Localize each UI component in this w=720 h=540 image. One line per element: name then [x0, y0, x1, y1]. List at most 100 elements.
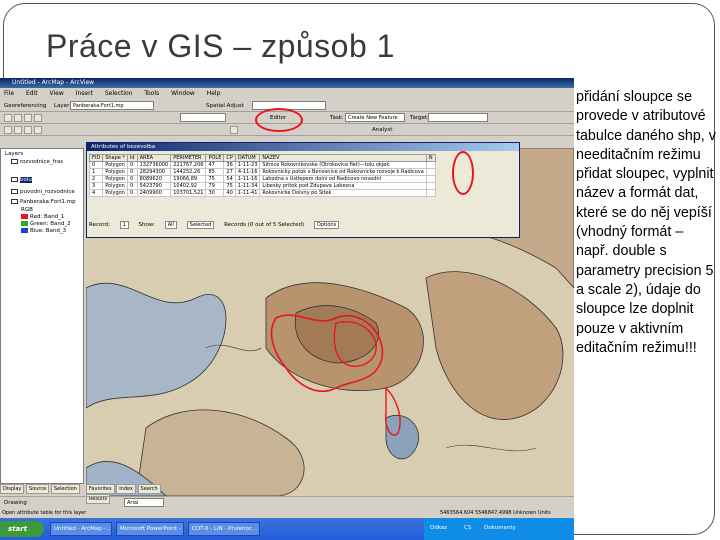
save-icon[interactable]: [24, 114, 32, 122]
column-header[interactable]: PERIMETER: [170, 154, 207, 162]
table-cell[interactable]: 36: [223, 161, 236, 169]
table-cell[interactable]: 4-11-16: [234, 168, 261, 176]
pan-icon[interactable]: [24, 126, 32, 134]
table-cell[interactable]: [425, 161, 436, 169]
attribute-table-title[interactable]: Attributes of bezevolba: [87, 143, 519, 151]
tab-favorites[interactable]: Favorites: [86, 484, 115, 494]
table-cell[interactable]: 5423790: [136, 182, 172, 190]
toc-layer-rozvodnice[interactable]: rozvodnice_fras: [11, 159, 63, 166]
table-cell[interactable]: 85: [205, 168, 225, 176]
table-cell[interactable]: 0: [126, 161, 138, 169]
menu-view[interactable]: View: [50, 90, 64, 97]
column-header[interactable]: AREA: [136, 154, 172, 162]
table-cell[interactable]: 103701,521: [170, 189, 207, 197]
table-cell[interactable]: 19066,89: [170, 175, 207, 183]
menu-file[interactable]: File: [4, 90, 14, 97]
target-select[interactable]: [428, 113, 488, 122]
tray-lang[interactable]: CS: [464, 525, 471, 531]
georef-label[interactable]: Georeferencing: [4, 101, 46, 111]
table-row[interactable]: 4 Polygon 0 2409900 103701,521 30 40 1-11-41 Rok…: [88, 189, 436, 197]
table-row[interactable]: 0 Polygon 0 132736000 221767,206 47 36 1-11-23 S…: [88, 161, 436, 169]
table-cell[interactable]: 0: [126, 182, 138, 190]
table-cell[interactable]: 1: [88, 168, 104, 176]
table-cell[interactable]: Labodna s Ustlepem dolni od Radicovo nov…: [259, 175, 427, 183]
open-attribute-table-icon[interactable]: [230, 126, 238, 134]
column-header[interactable]: Shape *: [102, 154, 128, 162]
checkbox-icon[interactable]: [11, 199, 18, 204]
table-cell[interactable]: 8089620: [136, 175, 172, 183]
table-cell[interactable]: 2: [88, 175, 104, 183]
table-cell[interactable]: 221767,206: [170, 161, 207, 169]
column-header[interactable]: CP: [223, 154, 236, 162]
column-header[interactable]: FID: [88, 154, 104, 162]
drawing-menu[interactable]: Drawing: [4, 498, 27, 508]
table-cell[interactable]: 0: [88, 161, 104, 169]
table-row[interactable]: 1 Polygon 0 28294300 144252,26 85 27 4-11-16 Rok…: [88, 168, 436, 176]
task-select[interactable]: Create New Feature: [345, 113, 405, 122]
table-row[interactable]: 2 Polygon 0 8089620 19066,89 75 54 1-11-16 Labod…: [88, 175, 436, 183]
tray-link-label[interactable]: Odkaz: [430, 525, 447, 531]
checkbox-icon[interactable]: [11, 177, 18, 182]
table-cell[interactable]: Polygon: [102, 189, 128, 197]
table-cell[interactable]: 30: [205, 189, 225, 197]
table-cell[interactable]: 1-11-23: [234, 161, 261, 169]
scale-select[interactable]: [180, 113, 226, 122]
checkbox-icon[interactable]: [11, 189, 18, 194]
tab-selection[interactable]: Selection: [50, 484, 80, 494]
toc-layer-raster[interactable]: Panberaka:Fort1.mp: [11, 199, 76, 206]
menu-edit[interactable]: Edit: [26, 90, 38, 97]
table-cell[interactable]: Polygon: [102, 182, 128, 190]
table-cell[interactable]: Libesky pritok pod Zdupava Labesna: [259, 182, 427, 190]
table-cell[interactable]: Rokovnicke Dolvny po Sitek: [259, 189, 427, 197]
tray-documents[interactable]: Dokumenty: [484, 525, 516, 531]
table-cell[interactable]: 3: [88, 182, 104, 190]
menu-insert[interactable]: Insert: [76, 90, 93, 97]
menu-tools[interactable]: Tools: [144, 90, 159, 97]
table-cell[interactable]: 144252,26: [170, 168, 207, 176]
toc-layer-bolu[interactable]: bolu: [11, 177, 32, 184]
table-cell[interactable]: 1-11-41: [234, 189, 261, 197]
table-cell[interactable]: [425, 168, 436, 176]
analyst-menu[interactable]: Analyst: [372, 125, 392, 135]
table-cell[interactable]: [425, 182, 436, 190]
tab-index[interactable]: Index: [116, 484, 136, 494]
table-cell[interactable]: 28294300: [136, 168, 172, 176]
table-cell[interactable]: [425, 189, 436, 197]
tab-source[interactable]: Source: [26, 484, 50, 494]
menu-window[interactable]: Window: [171, 90, 195, 97]
taskbar-item-folder[interactable]: CDT-0 - LIN - Prulenoc...: [188, 522, 260, 536]
table-cell[interactable]: 40: [223, 189, 236, 197]
taskbar-item-powerpoint[interactable]: Microsoft PowerPoint - [...: [116, 522, 184, 536]
table-cell[interactable]: Polygon: [102, 161, 128, 169]
show-selected-button[interactable]: Selected: [186, 221, 215, 229]
table-cell[interactable]: 47: [205, 161, 225, 169]
menu-help[interactable]: Help: [207, 90, 221, 97]
zoom-in-icon[interactable]: [4, 126, 12, 134]
menu-selection[interactable]: Selection: [105, 90, 133, 97]
tab-search[interactable]: Search: [137, 484, 161, 494]
new-icon[interactable]: [4, 114, 12, 122]
show-all-button[interactable]: All: [164, 221, 177, 229]
toc-header[interactable]: Layers: [5, 151, 23, 158]
record-input[interactable]: 1: [119, 221, 129, 229]
spatial-adjust-label[interactable]: Spatial Adjust: [206, 101, 244, 111]
table-cell[interactable]: Polygon: [102, 168, 128, 176]
column-header[interactable]: DATUM: [234, 154, 261, 162]
start-button[interactable]: start: [0, 521, 44, 537]
table-cell[interactable]: 0: [126, 175, 138, 183]
table-cell[interactable]: Sitnice Rokovnikovske (Otrokovice flet)—…: [259, 161, 427, 169]
table-cell[interactable]: 0: [126, 168, 138, 176]
table-cell[interactable]: 10402,92: [170, 182, 207, 190]
table-cell[interactable]: 79: [205, 182, 225, 190]
table-cell[interactable]: 0: [126, 189, 138, 197]
table-cell[interactable]: Polygon: [102, 175, 128, 183]
options-button[interactable]: Options: [313, 221, 340, 229]
checkbox-icon[interactable]: [11, 159, 18, 164]
taskbar-item-arcmap[interactable]: Untitled - ArcMap - ...: [50, 522, 112, 536]
column-header[interactable]: POLE: [205, 154, 225, 162]
layer-select[interactable]: Panberaka:Fort1.mp: [70, 101, 154, 110]
table-cell[interactable]: 2409900: [136, 189, 172, 197]
open-icon[interactable]: [14, 114, 22, 122]
table-cell[interactable]: 54: [223, 175, 236, 183]
toc-layer-puvodni[interactable]: puvodni_rozvodnice: [11, 189, 75, 196]
